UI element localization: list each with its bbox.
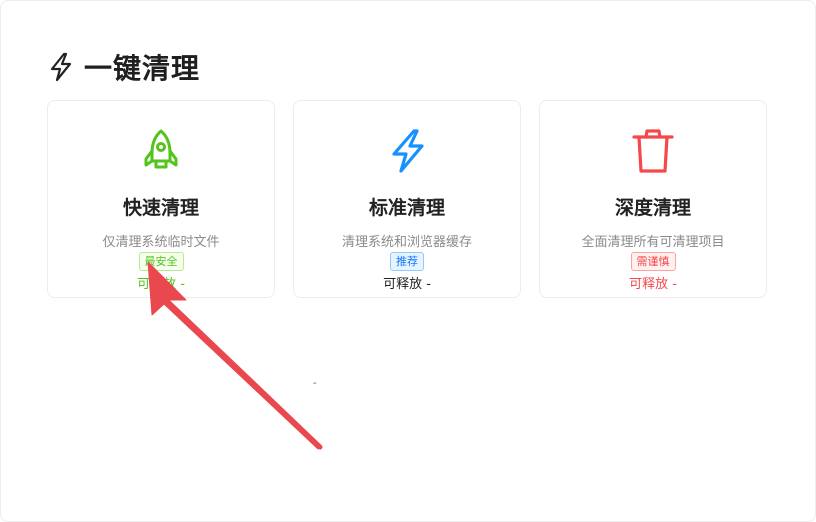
page-title: 一键清理 [84, 52, 201, 85]
safety-badge: 最安全 [138, 252, 184, 271]
card-title: 标准清理 [368, 197, 445, 219]
quick-clean-card[interactable]: 快速清理 仅清理系统临时文件 最安全 可释放 - [47, 100, 275, 298]
card-description: 全面清理所有可清理项目 [581, 235, 725, 250]
deep-clean-card[interactable]: 深度清理 全面清理所有可清理项目 需谨慎 可释放 - [539, 100, 767, 298]
standard-clean-card[interactable]: 标准清理 清理系统和浏览器缓存 推荐 可释放 - [293, 100, 521, 298]
card-description: 清理系统和浏览器缓存 [341, 235, 472, 250]
card-description: 仅清理系统临时文件 [102, 235, 220, 250]
trash-icon [632, 129, 674, 173]
rocket-icon [144, 129, 178, 169]
caution-badge: 需谨慎 [630, 252, 676, 271]
releasable-size: 可释放 - [137, 277, 185, 292]
lightning-icon [392, 129, 424, 173]
page-header: 一键清理 [48, 50, 201, 85]
lightning-icon [50, 52, 72, 82]
card-title: 深度清理 [614, 197, 691, 219]
card-title: 快速清理 [122, 197, 199, 219]
stray-dash: - [313, 378, 317, 389]
recommend-badge: 推荐 [390, 252, 424, 271]
releasable-size: 可释放 - [383, 277, 431, 292]
releasable-size: 可释放 - [629, 277, 677, 292]
